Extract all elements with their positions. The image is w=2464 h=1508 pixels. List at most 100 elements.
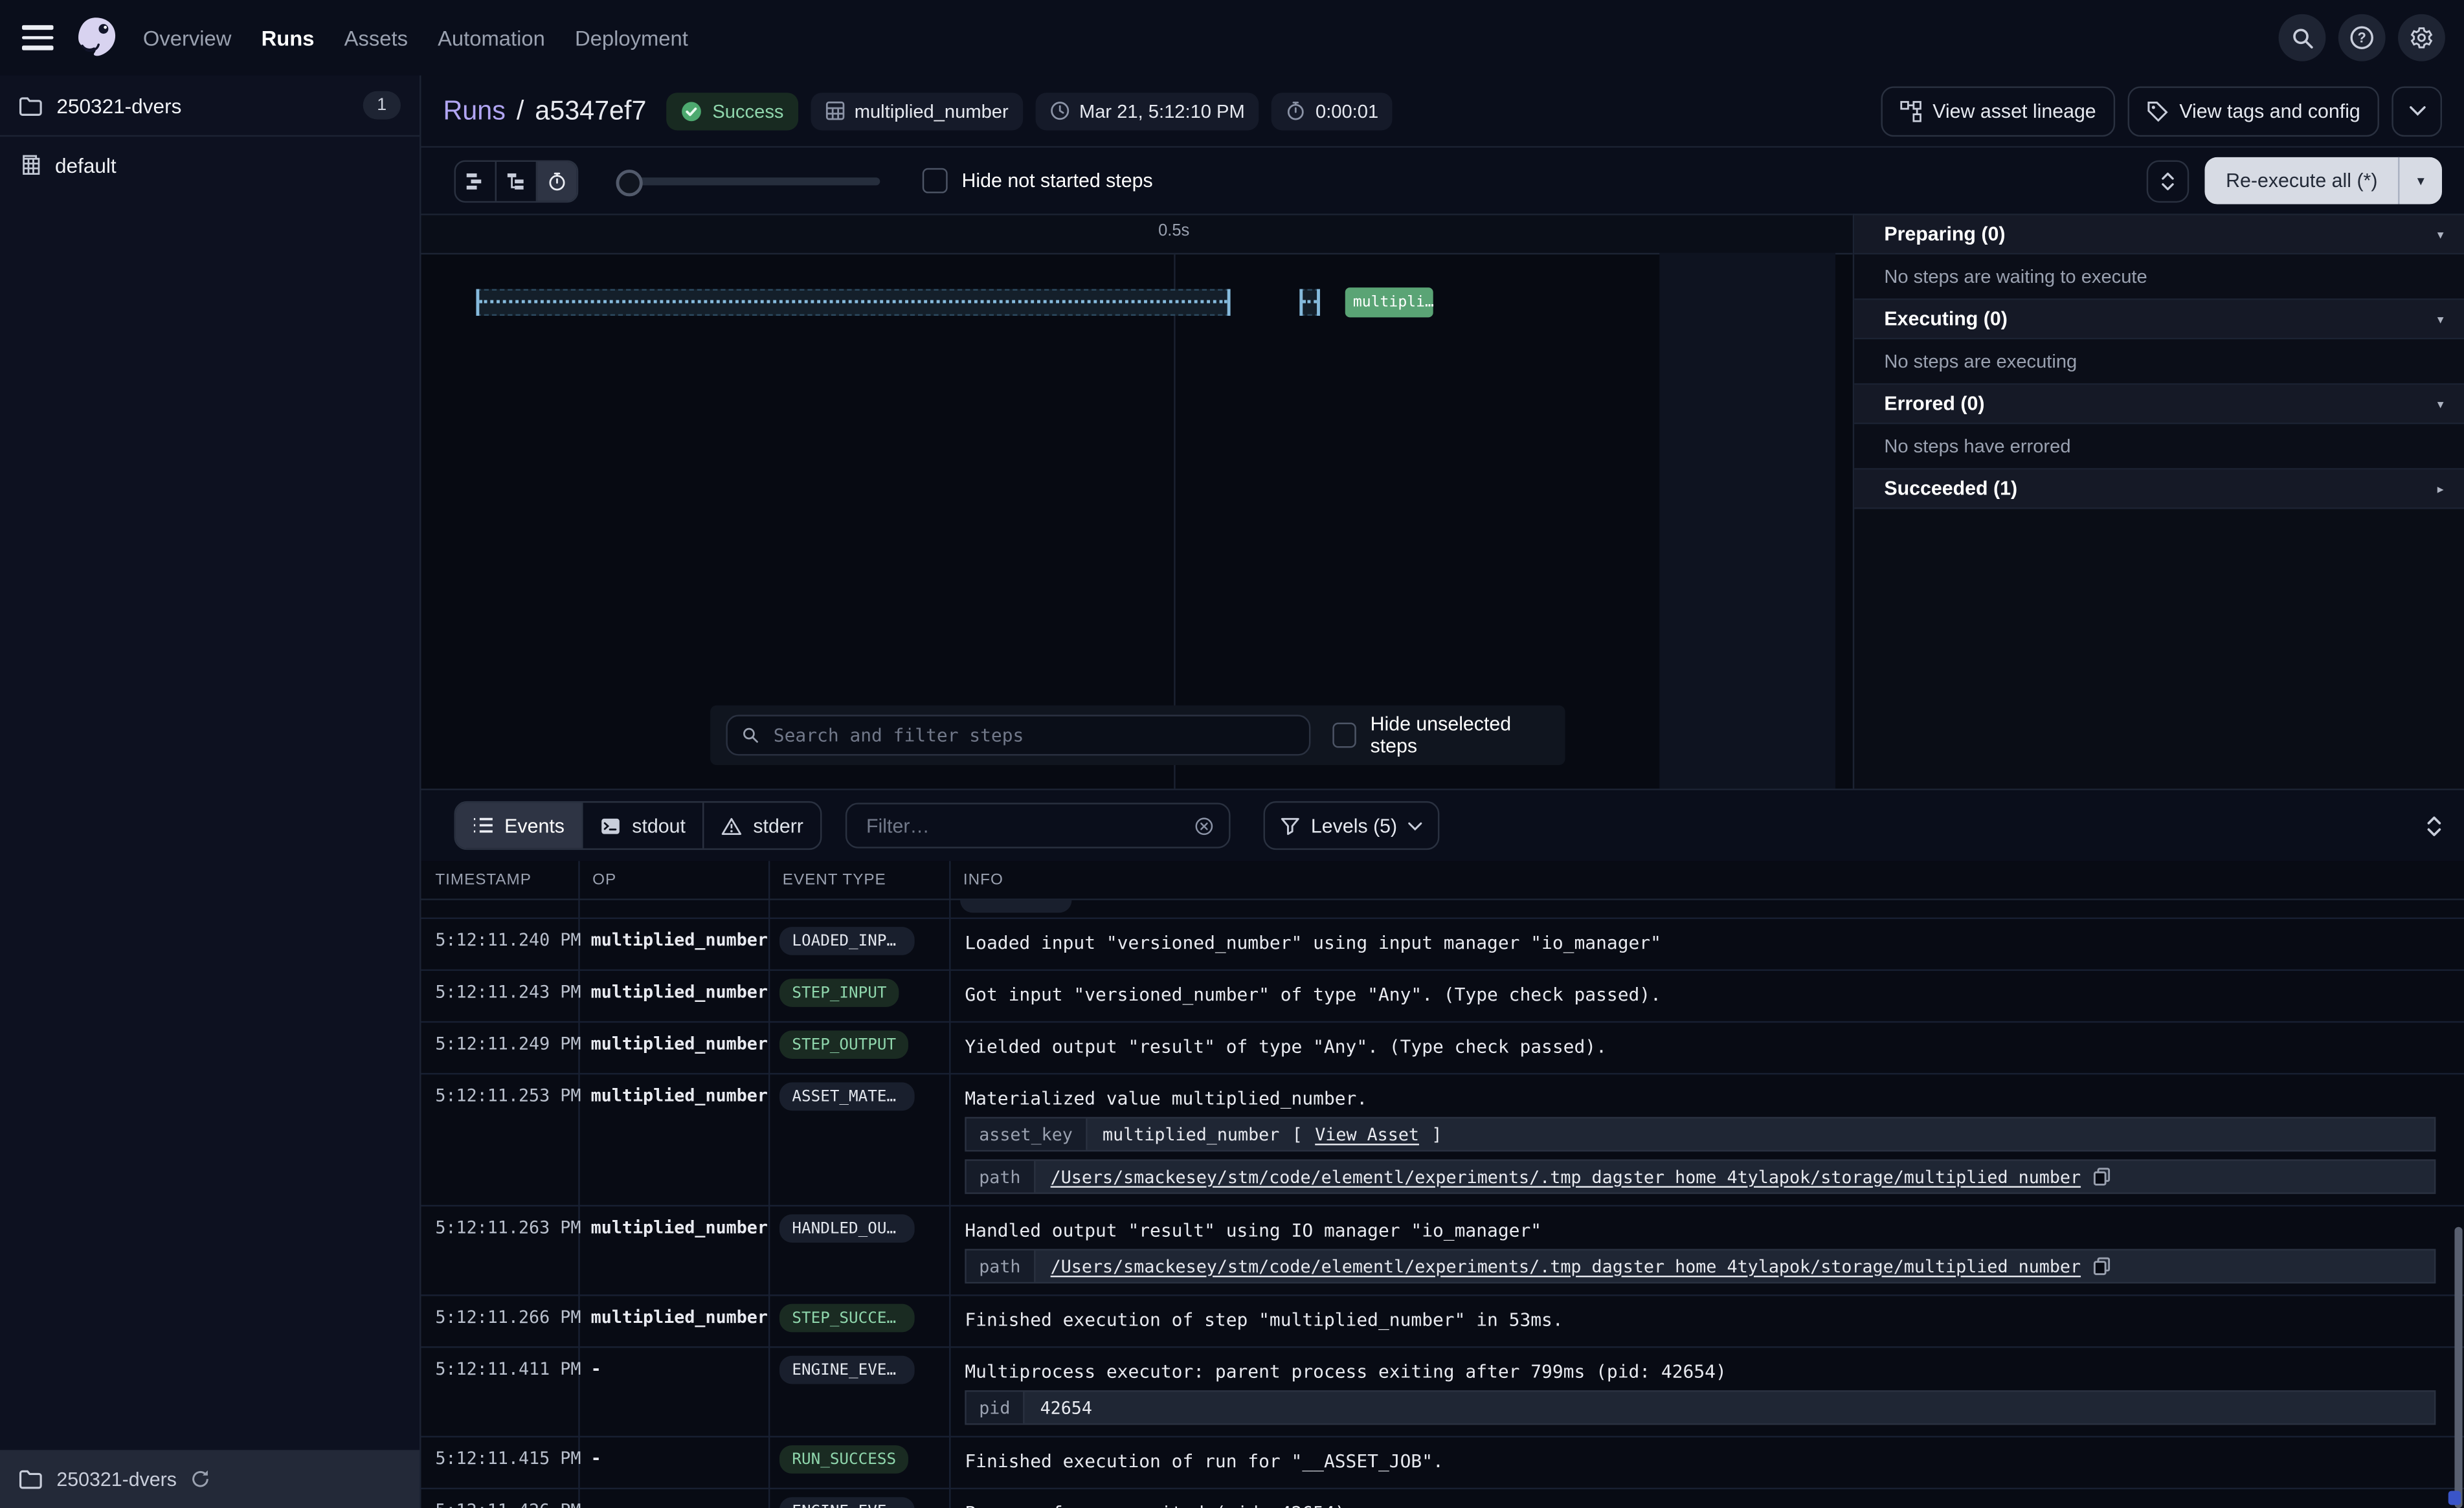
settings-gear-button[interactable] <box>2398 14 2445 61</box>
tab-stdout-label: stdout <box>632 815 686 837</box>
nav-item-runs[interactable]: Runs <box>262 26 315 49</box>
clear-filter-icon[interactable] <box>1194 815 1213 837</box>
start-time-tag: Mar 21, 5:12:10 PM <box>1035 92 1259 129</box>
asset-tag[interactable]: multiplied_number <box>811 92 1023 129</box>
log-row[interactable]: 5:12:11.249 PMmultiplied_numberSTEP_OUTP… <box>421 1023 2464 1074</box>
nav-item-automation[interactable]: Automation <box>438 26 545 49</box>
asset-group-icon <box>19 154 41 176</box>
tab-stderr[interactable]: stderr <box>704 803 821 848</box>
reload-icon[interactable] <box>191 1469 212 1490</box>
log-row[interactable]: 5:12:11.415 PM-RUN_SUCCESSFinished execu… <box>421 1437 2464 1489</box>
reexecute-dropdown-button[interactable]: ▾ <box>2398 157 2442 205</box>
view-asset-link[interactable]: View Asset <box>1315 1124 1419 1145</box>
col-info: INFO <box>949 871 2464 889</box>
hide-not-started-label: Hide not started steps <box>962 170 1153 192</box>
view-tags-config-label: View tags and config <box>2179 100 2360 122</box>
asset-grid-icon <box>825 100 846 121</box>
gantt-sort-button[interactable] <box>2147 159 2190 202</box>
levels-label: Levels (5) <box>1311 815 1397 837</box>
info-text: Multiprocess executor: parent process ex… <box>965 1360 2436 1382</box>
col-op: OP <box>578 871 768 889</box>
detail-row-path: path/Users/smackesey/stm/code/elementl/e… <box>965 1159 2436 1193</box>
expand-log-button[interactable] <box>2426 815 2442 837</box>
hide-unselected-checkbox[interactable]: Hide unselected steps <box>1332 713 1549 757</box>
log-row[interactable]: 5:12:11.243 PMmultiplied_numberSTEP_INPU… <box>421 971 2464 1023</box>
panel-section-header-3[interactable]: Succeeded (1)▸ <box>1854 470 2464 509</box>
event-type-cell: ASSET_MATERIALI… <box>768 1074 949 1125</box>
op-cell: multiplied_number <box>578 1074 768 1106</box>
detail-row-pid: pid42654 <box>965 1390 2436 1425</box>
panel-section-header-2[interactable]: Errored (0)▾ <box>1854 385 2464 425</box>
gantt-timed-view-button[interactable] <box>537 161 577 201</box>
gantt-right-band <box>1659 253 1835 789</box>
reexecute-all-button[interactable]: Re-execute all (*) <box>2206 157 2399 205</box>
chevron-down-icon <box>1408 821 1422 830</box>
gantt-step-bar[interactable]: multipli… <box>1345 287 1433 317</box>
timestamp-cell: 5:12:11.266 PM <box>421 1296 579 1328</box>
path-link[interactable]: /Users/smackesey/stm/code/elementl/exper… <box>1051 1256 2081 1277</box>
log-row[interactable]: 5:12:11.266 PMmultiplied_numberSTEP_SUCC… <box>421 1296 2464 1348</box>
chevron-right-icon: ▸ <box>2437 482 2444 496</box>
log-filter-input[interactable] <box>863 813 1182 838</box>
panel-section-title: Preparing (0) <box>1884 223 2005 245</box>
step-search-box[interactable] <box>726 715 1310 755</box>
vertical-scrollbar-thumb[interactable] <box>2454 1227 2462 1508</box>
stopwatch-icon <box>547 170 568 191</box>
log-row[interactable]: 5:12:11.263 PMmultiplied_numberHANDLED_O… <box>421 1206 2464 1296</box>
view-asset-lineage-button[interactable]: View asset lineage <box>1881 85 2115 136</box>
sidebar-job-default[interactable]: default <box>0 137 420 193</box>
op-cell: multiplied_number <box>578 1296 768 1328</box>
path-link[interactable]: /Users/smackesey/stm/code/elementl/exper… <box>1051 1166 2081 1187</box>
detail-row-asset_key: asset_keymultiplied_number[View Asset] <box>965 1117 2436 1151</box>
nav-item-assets[interactable]: Assets <box>344 26 408 49</box>
log-filter-box[interactable] <box>846 803 1231 848</box>
copy-icon[interactable] <box>2094 1167 2111 1186</box>
log-row[interactable]: 5:12:11.253 PMmultiplied_numberASSET_MAT… <box>421 1074 2464 1206</box>
dagster-logo-icon[interactable] <box>73 14 120 61</box>
event-log-table: TIMESTAMP OP EVENT TYPE INFO 5:12:11.240… <box>421 861 2464 1508</box>
op-cell: multiplied_number <box>578 971 768 1003</box>
breadcrumb-runs-link[interactable]: Runs <box>443 95 505 127</box>
event-type-badge: ENGINE_EVENT <box>779 1497 915 1508</box>
info-cell: Yielded output "result" of type "Any". (… <box>949 1023 2464 1068</box>
slider-knob[interactable] <box>616 169 643 195</box>
scrollbar-corner[interactable] <box>2448 1491 2461 1505</box>
checkbox-icon[interactable] <box>923 168 948 194</box>
gantt-flat-view-button[interactable] <box>456 161 497 201</box>
step-search-input[interactable] <box>770 723 1295 748</box>
hamburger-menu-icon[interactable] <box>22 25 54 50</box>
clock-icon <box>1049 100 1070 121</box>
hide-not-started-checkbox[interactable]: Hide not started steps <box>923 168 1153 194</box>
top-nav-actions: ? <box>2279 14 2445 61</box>
gantt-zoom-slider[interactable] <box>616 161 880 201</box>
detail-row-path: path/Users/smackesey/stm/code/elementl/e… <box>965 1249 2436 1283</box>
nav-item-overview[interactable]: Overview <box>143 26 232 49</box>
panel-section-header-0[interactable]: Preparing (0)▾ <box>1854 216 2464 255</box>
gantt-waterfall-view-button[interactable] <box>497 161 537 201</box>
log-table-header: TIMESTAMP OP EVENT TYPE INFO <box>421 861 2464 900</box>
waiting-marker-bar <box>1299 289 1320 316</box>
levels-dropdown[interactable]: Levels (5) <box>1264 801 1440 850</box>
tab-events-label: Events <box>504 815 565 837</box>
run-more-actions-button[interactable] <box>2391 85 2442 136</box>
event-type-cell: ENGINE_EVENT <box>768 1348 949 1399</box>
log-row[interactable]: 5:12:11.411 PM-ENGINE_EVENTMultiprocess … <box>421 1348 2464 1437</box>
info-cell: Handled output "result" using IO manager… <box>949 1206 2464 1294</box>
copy-icon[interactable] <box>2094 1257 2111 1276</box>
sidebar-workspace-row[interactable]: 250321-dvers 1 <box>0 76 420 137</box>
panel-section-header-1[interactable]: Executing (0)▾ <box>1854 300 2464 340</box>
sidebar-footer[interactable]: 250321-dvers <box>0 1450 420 1508</box>
checkbox-icon[interactable] <box>1332 723 1356 748</box>
tab-stdout[interactable]: stdout <box>583 803 704 848</box>
tab-events[interactable]: Events <box>456 803 583 848</box>
nav-item-deployment[interactable]: Deployment <box>575 26 688 49</box>
start-time-label: Mar 21, 5:12:10 PM <box>1079 100 1245 122</box>
search-button[interactable] <box>2279 14 2326 61</box>
detail-label: asset_key <box>967 1118 1087 1150</box>
log-row[interactable]: 5:12:11.426 PM-ENGINE_EVENTProcess for r… <box>421 1489 2464 1508</box>
nav-items: Overview Runs Assets Automation Deployment <box>143 26 688 49</box>
log-row[interactable]: 5:12:11.240 PMmultiplied_numberLOADED_IN… <box>421 919 2464 971</box>
help-button[interactable]: ? <box>2338 14 2386 61</box>
view-tags-config-button[interactable]: View tags and config <box>2127 85 2379 136</box>
workspace-label: 250321-dvers <box>56 93 181 116</box>
